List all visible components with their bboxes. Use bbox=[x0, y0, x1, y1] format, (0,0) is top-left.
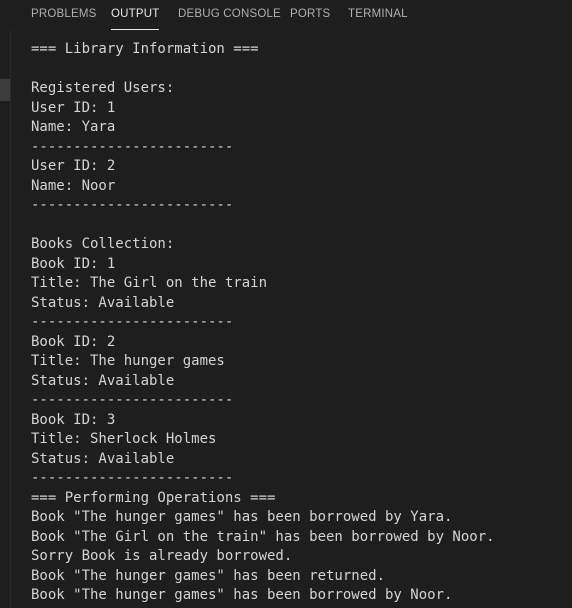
tab-label: DEBUG CONSOLE bbox=[178, 8, 281, 20]
output-line: Book "The hunger games" has been borrowe… bbox=[31, 509, 453, 525]
output-line: User ID: 1 bbox=[31, 99, 116, 116]
output-line: Title: The hunger games bbox=[31, 353, 225, 369]
output-line: Status: Available bbox=[31, 372, 175, 389]
output-line: ------------------------ bbox=[31, 138, 234, 155]
output-line: Title: The Girl on the train bbox=[31, 275, 268, 291]
output-line: Book ID: 1 bbox=[31, 255, 116, 272]
output-text[interactable]: === Library Information === Registered Us… bbox=[31, 40, 495, 606]
tab-ports[interactable]: PORTS bbox=[290, 0, 330, 28]
output-line: Name: Yara bbox=[31, 119, 116, 135]
tab-problems[interactable]: PROBLEMS bbox=[31, 0, 97, 28]
output-line: Sorry Book is already borrowed. bbox=[31, 548, 293, 564]
tab-label: TERMINAL bbox=[348, 8, 408, 20]
active-tab-indicator bbox=[111, 29, 160, 30]
output-line: Status: Available bbox=[31, 294, 175, 311]
output-line: Book ID: 2 bbox=[31, 333, 116, 350]
output-line: Book "The hunger games" has been returne… bbox=[31, 567, 386, 584]
tab-label: OUTPUT bbox=[111, 8, 160, 20]
output-panel: PROBLEMS OUTPUT DEBUG CONSOLE PORTS TERM… bbox=[0, 0, 572, 608]
tab-label: PORTS bbox=[290, 8, 331, 20]
output-line: Book ID: 3 bbox=[31, 411, 116, 428]
output-line: Registered Users: bbox=[31, 80, 175, 96]
panel-tab-bar: PROBLEMS OUTPUT DEBUG CONSOLE PORTS TERM… bbox=[0, 0, 572, 30]
output-line: Books Collection: bbox=[31, 236, 175, 252]
output-line: === Performing Operations === bbox=[31, 489, 276, 506]
gutter-marker bbox=[0, 79, 10, 101]
output-line: Book "The hunger games" has been borrowe… bbox=[31, 587, 453, 603]
editor-gutter bbox=[0, 30, 11, 608]
output-line: Book "The Girl on the train" has been bo… bbox=[31, 528, 495, 545]
output-line: Title: Sherlock Holmes bbox=[31, 431, 217, 447]
tab-terminal[interactable]: TERMINAL bbox=[348, 0, 408, 28]
tab-debug-console[interactable]: DEBUG CONSOLE bbox=[178, 0, 281, 28]
output-line: ------------------------ bbox=[31, 314, 234, 330]
output-line: Name: Noor bbox=[31, 177, 116, 194]
output-line: ------------------------ bbox=[31, 470, 234, 486]
output-line: Status: Available bbox=[31, 450, 175, 467]
tab-label: PROBLEMS bbox=[31, 8, 97, 20]
output-line: User ID: 2 bbox=[31, 158, 116, 174]
output-line: === Library Information === bbox=[31, 41, 259, 57]
tab-output[interactable]: OUTPUT bbox=[111, 0, 160, 30]
output-line: ------------------------ bbox=[31, 197, 234, 213]
output-line: ------------------------ bbox=[31, 392, 234, 408]
